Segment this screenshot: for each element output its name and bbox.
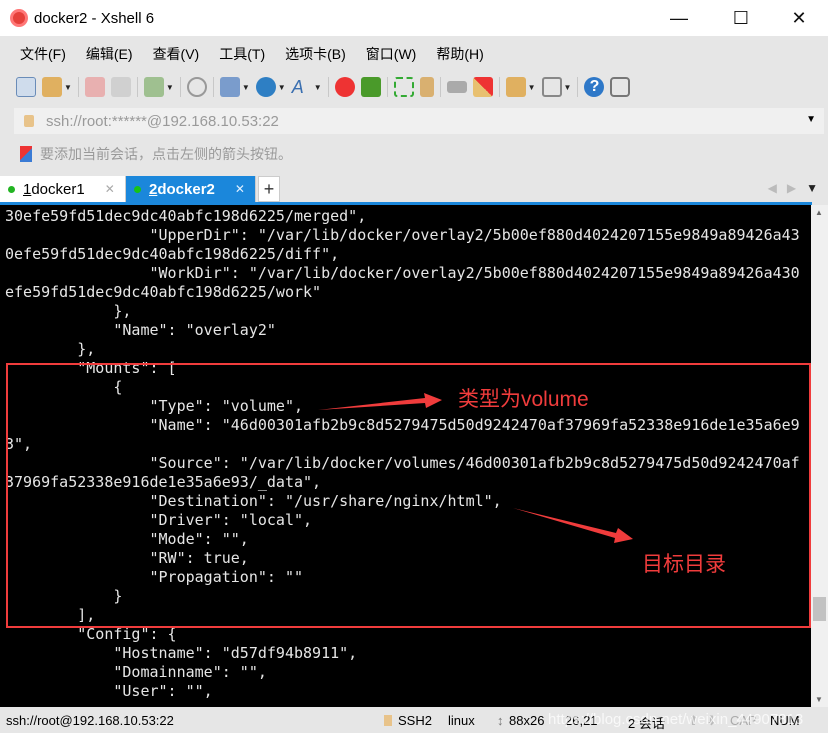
lock-icon <box>384 715 392 726</box>
arrow-to-type <box>318 393 442 410</box>
status-bar: ssh://root@192.168.10.53:22 SSH2 linux ↕… <box>0 707 828 733</box>
status-os: linux <box>448 713 475 728</box>
annotation-arrows <box>318 393 633 543</box>
type-annotation: 类型为volume <box>458 388 589 411</box>
status-protocol: SSH2 <box>398 713 432 728</box>
arrow-to-destination <box>513 508 633 543</box>
terminal-size-icon: ↕ <box>497 713 504 728</box>
watermark: https://blog.csdn.net/weixin_44907813 <box>548 711 804 728</box>
destination-annotation: 目标目录 <box>642 553 726 576</box>
status-size: 88x26 <box>509 713 545 728</box>
status-connection: ssh://root@192.168.10.53:22 <box>6 713 174 728</box>
